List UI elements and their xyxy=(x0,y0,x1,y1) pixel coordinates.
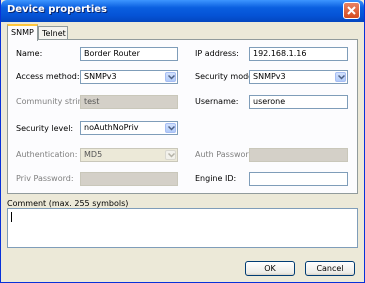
close-icon xyxy=(347,6,356,15)
tab-telnet-label: Telnet xyxy=(42,29,66,38)
authentication-select: MD5 xyxy=(80,148,178,162)
engine-id-label: Engine ID: xyxy=(195,174,237,183)
authentication-label: Authentication: xyxy=(16,150,78,159)
comment-textarea[interactable] xyxy=(7,208,358,248)
engine-id-field[interactable] xyxy=(249,172,348,186)
username-label: Username: xyxy=(195,97,239,106)
authentication-value: MD5 xyxy=(84,150,103,159)
chevron-down-icon xyxy=(338,75,345,80)
access-method-value: SNMPv3 xyxy=(84,72,117,81)
access-method-select[interactable]: SNMPv3 xyxy=(80,70,178,84)
ip-address-field[interactable]: 192.168.1.16 xyxy=(249,47,348,61)
username-field[interactable]: userone xyxy=(249,95,348,109)
priv-password-label: Priv Password: xyxy=(16,174,74,183)
auth-password-field xyxy=(249,148,348,162)
device-properties-dialog: Device properties SNMP Telnet Name: Bord… xyxy=(0,0,365,283)
security-level-value: noAuthNoPriv xyxy=(84,123,139,132)
security-model-select[interactable]: SNMPv3 xyxy=(249,70,348,84)
comment-label: Comment (max. 255 symbols) xyxy=(7,199,129,208)
window-title: Device properties xyxy=(7,4,107,15)
tab-snmp-label: SNMP xyxy=(11,28,34,37)
security-model-value: SNMPv3 xyxy=(253,72,286,81)
access-method-label: Access method: xyxy=(16,72,80,81)
snmp-panel: Name: Border Router IP address: 192.168.… xyxy=(7,39,358,194)
name-field[interactable]: Border Router xyxy=(80,47,178,61)
name-label: Name: xyxy=(16,49,43,58)
ok-button[interactable]: OK xyxy=(245,261,295,276)
tab-telnet[interactable]: Telnet xyxy=(38,26,68,40)
close-button[interactable] xyxy=(343,2,360,19)
priv-password-field xyxy=(80,172,178,186)
tab-snmp[interactable]: SNMP xyxy=(7,24,38,41)
text-caret xyxy=(11,212,12,222)
dropdown-button[interactable] xyxy=(165,72,176,82)
community-string-field: test xyxy=(80,95,178,109)
chevron-down-icon xyxy=(168,75,175,80)
ip-address-label: IP address: xyxy=(195,49,239,58)
chevron-down-icon xyxy=(168,126,175,131)
dropdown-button xyxy=(165,150,176,160)
auth-password-label: Auth Password: xyxy=(195,150,257,159)
security-level-label: Security level: xyxy=(16,124,74,133)
chevron-down-icon xyxy=(168,153,175,158)
security-level-select[interactable]: noAuthNoPriv xyxy=(80,121,178,135)
cancel-button[interactable]: Cancel xyxy=(305,261,355,276)
title-bar[interactable]: Device properties xyxy=(1,0,364,22)
dropdown-button[interactable] xyxy=(335,72,346,82)
dropdown-button[interactable] xyxy=(165,123,176,133)
